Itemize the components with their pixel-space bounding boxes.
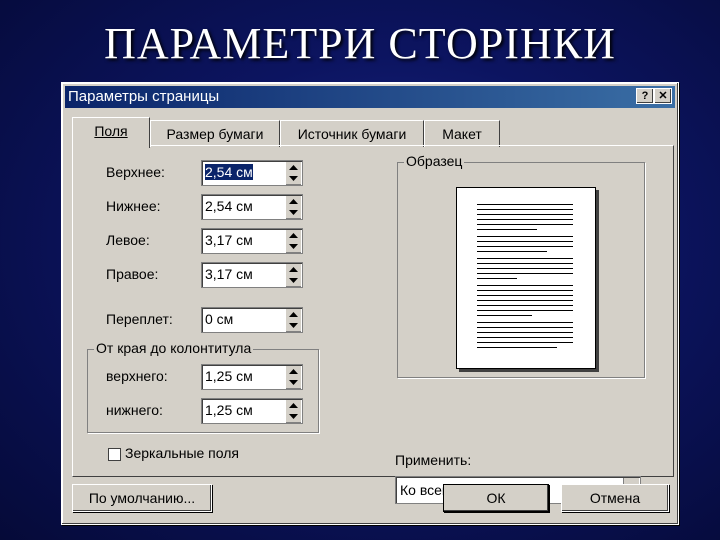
header-footer-group: От края до колонтитула верхнего: 1,25 см… xyxy=(87,340,319,433)
apply-to-label: Применить: xyxy=(395,452,472,468)
spin-down-icon[interactable] xyxy=(286,377,301,389)
footer-distance-stepper[interactable]: 1,25 см xyxy=(201,398,303,424)
gutter-value[interactable]: 0 см xyxy=(205,311,233,327)
tab-layout[interactable]: Макет xyxy=(424,120,500,147)
header-distance-stepper[interactable]: 1,25 см xyxy=(201,364,303,390)
tab-paper-size-label: Размер бумаги xyxy=(166,126,264,142)
spin-down-icon[interactable] xyxy=(286,241,301,253)
page-preview xyxy=(456,187,596,369)
mirror-margins-label[interactable]: Зеркальные поля xyxy=(125,445,239,461)
top-margin-value[interactable]: 2,54 см xyxy=(205,164,253,180)
preview-group-title: Образец xyxy=(404,153,465,169)
gutter-label: Переплет: xyxy=(106,311,173,327)
right-margin-label: Правое: xyxy=(106,266,159,282)
slide-title: ПАРАМЕТРИ СТОРІНКИ xyxy=(104,19,616,68)
bottom-margin-value[interactable]: 2,54 см xyxy=(205,198,253,214)
close-button[interactable]: ✕ xyxy=(654,88,672,104)
spin-down-icon[interactable] xyxy=(286,320,301,332)
header-distance-label: верхнего: xyxy=(106,368,168,384)
page-setup-dialog: Параметры страницы ? ✕ Поля Размер бумаг… xyxy=(61,82,679,525)
bottom-margin-stepper[interactable]: 2,54 см xyxy=(201,194,303,220)
gutter-stepper[interactable]: 0 см xyxy=(201,307,303,333)
right-margin-stepper[interactable]: 3,17 см xyxy=(201,262,303,288)
default-button[interactable]: По умолчанию... xyxy=(72,484,212,512)
left-margin-value[interactable]: 3,17 см xyxy=(205,232,253,248)
tab-layout-label: Макет xyxy=(442,126,482,142)
tab-paper-size[interactable]: Размер бумаги xyxy=(150,120,280,147)
tab-margins[interactable]: Поля xyxy=(72,117,150,148)
cancel-button[interactable]: Отмена xyxy=(561,484,669,512)
margins-panel: Верхнее: 2,54 см Нижнее: 2,54 см Левое: … xyxy=(72,145,674,504)
spin-down-icon[interactable] xyxy=(286,411,301,423)
top-margin-label: Верхнее: xyxy=(106,164,165,180)
top-margin-stepper[interactable]: 2,54 см xyxy=(201,160,303,186)
help-button[interactable]: ? xyxy=(636,88,654,104)
right-margin-value[interactable]: 3,17 см xyxy=(205,266,253,282)
tab-margins-label: Поля xyxy=(94,123,128,139)
spin-down-icon[interactable] xyxy=(286,275,301,287)
tab-paper-source-label: Источник бумаги xyxy=(297,126,407,142)
preview-group: Образец xyxy=(397,153,645,378)
footer-distance-label: нижнего: xyxy=(106,402,163,418)
spin-down-icon[interactable] xyxy=(286,173,301,185)
left-margin-stepper[interactable]: 3,17 см xyxy=(201,228,303,254)
mirror-margins-checkbox[interactable] xyxy=(108,448,121,461)
ok-button[interactable]: ОК xyxy=(443,484,549,512)
tab-paper-source[interactable]: Источник бумаги xyxy=(280,120,424,147)
spin-down-icon[interactable] xyxy=(286,207,301,219)
footer-distance-value[interactable]: 1,25 см xyxy=(205,402,253,418)
bottom-margin-label: Нижнее: xyxy=(106,198,161,214)
header-footer-group-title: От края до колонтитула xyxy=(94,340,254,356)
left-margin-label: Левое: xyxy=(106,232,150,248)
dialog-title: Параметры страницы xyxy=(68,88,220,105)
header-distance-value[interactable]: 1,25 см xyxy=(205,368,253,384)
dialog-titlebar[interactable]: Параметры страницы xyxy=(65,86,675,108)
